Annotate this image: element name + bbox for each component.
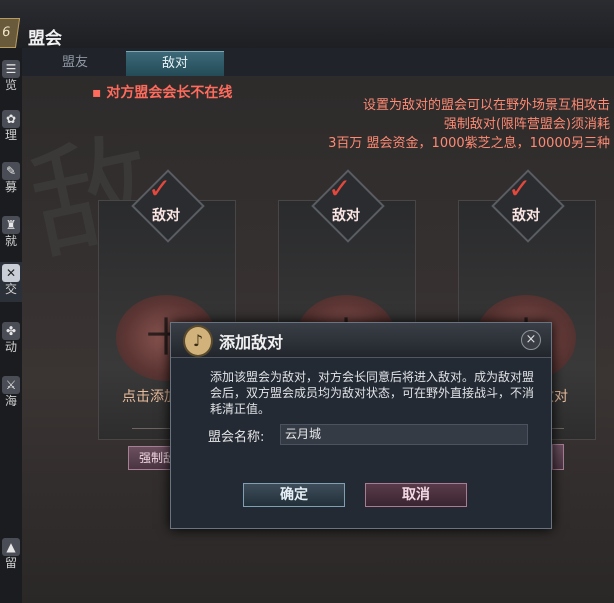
tab-bar: 盟友 敌对	[22, 48, 614, 76]
tab-allies[interactable]: 盟友	[26, 51, 124, 75]
recruit-icon: ✎	[2, 162, 20, 180]
slot-label: 敌对	[152, 208, 180, 224]
right-action-button[interactable]	[552, 444, 564, 470]
list-icon: ☰	[2, 60, 20, 78]
close-icon[interactable]: ×	[521, 330, 541, 350]
info-line-3: 3百万 盟会资金，1000紫芝之息，10000另三种	[328, 136, 610, 151]
achievement-icon: ♜	[2, 216, 20, 234]
sidebar-item-achievement[interactable]: ♜ 就	[0, 214, 22, 254]
sidebar-item-label: 交	[4, 282, 17, 296]
sidebar-item-bottom[interactable]: ▲ 留	[0, 536, 22, 576]
warning-text: ▪ 对方盟会会长不在线	[92, 85, 233, 101]
diplomacy-icon: ✕	[2, 264, 20, 282]
guild-name-input[interactable]: 云月城	[280, 424, 528, 445]
sidebar-item-recruit[interactable]: ✎ 募	[0, 160, 22, 200]
sea-icon: ⚔	[2, 376, 20, 394]
sidebar-item-label: 留	[4, 556, 17, 570]
window-title: 盟会	[28, 29, 62, 49]
guild-emblem-icon: 6	[0, 18, 21, 48]
sidebar-item-overview[interactable]: ☰ 览	[0, 58, 22, 98]
sidebar-item-label: 动	[4, 340, 17, 354]
tab-enemies[interactable]: 敌对	[126, 51, 224, 76]
sidebar-item-diplomacy[interactable]: ✕ 交	[0, 262, 22, 302]
guild-name-label: 盟会名称:	[208, 430, 265, 445]
slot-label: 敌对	[332, 208, 360, 224]
info-line-1: 设置为敌对的盟会可以在野外场景互相攻击	[362, 98, 610, 113]
scroll-icon: ▲	[2, 538, 20, 556]
info-line-2: 强制敌对(限阵营盟会)须消耗	[443, 117, 610, 132]
crossed-swords-icon: ✓	[328, 172, 352, 205]
sidebar-item-label: 览	[4, 78, 17, 92]
cancel-button[interactable]: 取消	[365, 483, 467, 507]
activity-icon: ✤	[2, 322, 20, 340]
title-bar: 6 盟会	[0, 0, 614, 49]
dialog-title: 添加敌对	[219, 333, 284, 352]
sidebar-item-sea[interactable]: ⚔ 海	[0, 374, 22, 414]
sidebar-item-label: 就	[4, 234, 17, 248]
sidebar-item-activity[interactable]: ✤ 动	[0, 320, 22, 360]
sidebar-item-label: 海	[4, 394, 17, 408]
sidebar-item-label: 募	[4, 180, 17, 194]
dialog-emblem-icon: ♪	[183, 325, 213, 357]
slot-label: 敌对	[512, 208, 540, 224]
crossed-swords-icon: ✓	[508, 172, 532, 205]
dialog-header: ♪ 添加敌对 ×	[171, 323, 551, 358]
add-enemy-dialog: ♪ 添加敌对 × 添加该盟会为敌对，对方会长同意后将进入敌对。成为敌对盟会后，双…	[170, 322, 552, 529]
dialog-description: 添加该盟会为敌对，对方会长同意后将进入敌对。成为敌对盟会后，双方盟会成员均为敌对…	[210, 370, 535, 416]
crossed-swords-icon: ✓	[148, 172, 172, 205]
confirm-button[interactable]: 确定	[243, 483, 345, 507]
